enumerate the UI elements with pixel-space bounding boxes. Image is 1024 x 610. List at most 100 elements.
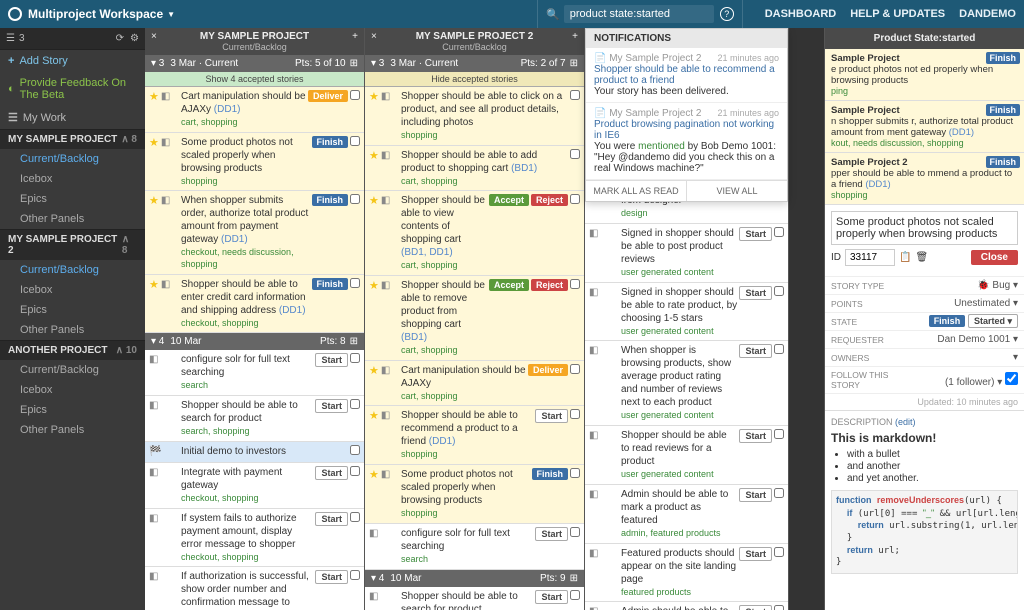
follow-checkbox[interactable] — [1005, 372, 1018, 385]
story-row[interactable]: ◧Shopper should be able to read reviews … — [585, 426, 788, 485]
add-story-button[interactable]: +Add Story — [0, 50, 145, 72]
story-row[interactable]: ★◧Shopper should be able to recommend a … — [365, 406, 584, 465]
story-checkbox[interactable] — [350, 353, 360, 363]
nav-help[interactable]: HELP & UPDATES — [850, 8, 945, 20]
story-checkbox[interactable] — [774, 547, 784, 557]
start-button[interactable]: Start — [535, 527, 568, 541]
sidebar-item[interactable]: Epics — [0, 400, 145, 420]
story-checkbox[interactable] — [570, 527, 580, 537]
story-checkbox[interactable] — [350, 512, 360, 522]
notif-item[interactable]: 21 minutes ago📄 My Sample Project 2Produ… — [586, 103, 787, 180]
story-row[interactable]: ◧Shopper should be able to search for pr… — [145, 396, 364, 442]
start-button[interactable]: Start — [739, 286, 772, 300]
story-checkbox[interactable] — [350, 570, 360, 580]
search-input[interactable] — [564, 5, 714, 23]
start-button[interactable]: Start — [315, 466, 348, 480]
finish-button[interactable]: Finish — [986, 104, 1021, 116]
story-row[interactable]: ◧Shopper should be able to search for pr… — [365, 587, 584, 610]
story-checkbox[interactable] — [350, 278, 360, 288]
edit-link[interactable]: (edit) — [895, 417, 916, 427]
story-row[interactable]: ◧Integrate with payment gatewaycheckout,… — [145, 463, 364, 509]
nav-dashboard[interactable]: DASHBOARD — [765, 8, 837, 20]
story-title-input[interactable]: Some product photos not scaled properly … — [831, 211, 1018, 245]
story-checkbox[interactable] — [350, 445, 360, 455]
field-row[interactable]: OWNERS ▾ — [825, 348, 1024, 366]
sidebar-item[interactable]: Icebox — [0, 380, 145, 400]
story-row[interactable]: ★◧Shopper should be able to click on a p… — [365, 87, 584, 146]
sidebar-item[interactable]: Epics — [0, 189, 145, 209]
sidebar-project-header[interactable]: ANOTHER PROJECT∧ 10 — [0, 340, 145, 360]
start-button[interactable]: Start — [739, 227, 772, 241]
sidebar-item[interactable]: Current/Backlog — [0, 149, 145, 169]
story-row[interactable]: ◧Signed in shopper should be able to rat… — [585, 283, 788, 342]
start-button[interactable]: Start — [739, 429, 772, 443]
sidebar-item[interactable]: Icebox — [0, 169, 145, 189]
sidebar-item[interactable]: Current/Backlog — [0, 360, 145, 380]
story-row[interactable]: ◧When shopper is browsing products, show… — [585, 341, 788, 426]
story-row[interactable]: ◧If system fails to authorize payment am… — [145, 509, 364, 568]
story-checkbox[interactable] — [774, 429, 784, 439]
field-row[interactable]: FOLLOW THIS STORY (1 follower) ▾ — [825, 366, 1024, 393]
result-story[interactable]: FinishSample Projectn shopper submits r,… — [825, 101, 1024, 153]
copy-icon[interactable]: 📋 — [899, 252, 911, 263]
my-work-link[interactable]: ☰My Work — [0, 106, 145, 129]
story-row[interactable]: ★◧Shopper should be able to remove produ… — [365, 276, 584, 361]
story-checkbox[interactable] — [350, 466, 360, 476]
story-checkbox[interactable] — [570, 590, 580, 600]
story-row[interactable]: ★◧Some product photos not scaled properl… — [145, 133, 364, 192]
story-checkbox[interactable] — [774, 488, 784, 498]
story-row[interactable]: ★◧Shopper should be able to enter credit… — [145, 275, 364, 334]
finish-button[interactable]: Finish — [986, 52, 1021, 64]
start-button[interactable]: Start — [535, 590, 568, 604]
reject-button[interactable]: Reject — [531, 279, 568, 291]
add-icon[interactable]: + — [352, 31, 358, 42]
accept-button[interactable]: Accept — [489, 279, 529, 291]
story-row[interactable]: ★◧Cart manipulation should be AJAXy (DD1… — [145, 87, 364, 133]
finish-button[interactable]: Finish — [929, 315, 966, 327]
iteration-header[interactable]: ▾ 33 Mar · CurrentPts: 5 of 10⊞ — [145, 55, 364, 72]
accepted-toggle[interactable]: Show 4 accepted stories — [145, 72, 364, 87]
sidebar-item[interactable]: Icebox — [0, 280, 145, 300]
story-checkbox[interactable] — [350, 399, 360, 409]
view-all-button[interactable]: VIEW ALL — [687, 181, 787, 201]
story-checkbox[interactable] — [774, 605, 784, 610]
story-row[interactable]: ◧Featured products should appear on the … — [585, 544, 788, 603]
result-story[interactable]: FinishSample Project 2pper should be abl… — [825, 153, 1024, 205]
finish-button[interactable]: Finish — [532, 468, 569, 480]
close-icon[interactable]: × — [371, 31, 377, 42]
story-checkbox[interactable] — [570, 468, 580, 478]
mark-all-read-button[interactable]: MARK ALL AS READ — [586, 181, 687, 201]
sidebar-project-header[interactable]: MY SAMPLE PROJECT∧ 8 — [0, 129, 145, 149]
field-row[interactable]: POINTS Unestimated ▾ — [825, 294, 1024, 312]
iteration-header[interactable]: ▾ 33 Mar · CurrentPts: 2 of 7⊞ — [365, 55, 584, 72]
story-checkbox[interactable] — [350, 90, 360, 100]
story-checkbox[interactable] — [350, 194, 360, 204]
accept-button[interactable]: Accept — [489, 194, 529, 206]
sidebar-item[interactable]: Current/Backlog — [0, 260, 145, 280]
deliver-button[interactable]: Deliver — [528, 364, 568, 376]
start-button[interactable]: Start — [315, 512, 348, 526]
close-icon[interactable]: × — [151, 31, 157, 42]
start-button[interactable]: Start — [739, 344, 772, 358]
story-row[interactable]: ★◧When shopper submits order, authorize … — [145, 191, 364, 274]
hamburger-icon[interactable]: ☰ — [6, 33, 15, 44]
story-checkbox[interactable] — [350, 136, 360, 146]
start-button[interactable]: Start — [739, 488, 772, 502]
story-row[interactable]: ◧If authorization is successful, show or… — [145, 567, 364, 610]
start-button[interactable]: Start — [315, 399, 348, 413]
workspace-name[interactable]: Multiproject Workspace — [28, 7, 163, 21]
start-button[interactable]: Start — [739, 547, 772, 561]
start-button[interactable]: Start — [535, 409, 568, 423]
story-row[interactable]: ◧configure solr for full text searchings… — [365, 524, 584, 570]
start-button[interactable]: Start — [315, 570, 348, 584]
story-checkbox[interactable] — [570, 194, 580, 204]
story-row[interactable]: ★◧Shopper should be able to view content… — [365, 191, 584, 276]
story-checkbox[interactable] — [570, 409, 580, 419]
story-row[interactable]: 🏁Initial demo to investors — [145, 442, 364, 463]
finish-button[interactable]: Finish — [312, 194, 349, 206]
iteration-header[interactable]: ▾ 410 MarPts: 9⊞ — [365, 570, 584, 587]
close-button[interactable]: Close — [971, 250, 1018, 265]
story-checkbox[interactable] — [774, 286, 784, 296]
accepted-toggle[interactable]: Hide accepted stories — [365, 72, 584, 87]
story-row[interactable]: ★◧Shopper should be able to add product … — [365, 146, 584, 192]
